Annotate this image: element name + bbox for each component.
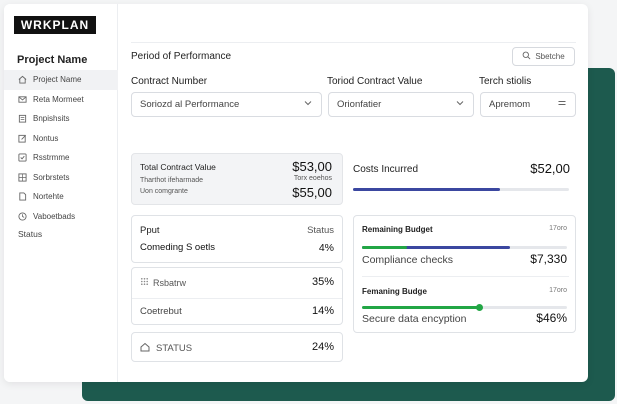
sidebar: WRKPLAN Project Name Project Name Reta M… xyxy=(4,4,118,382)
house-icon xyxy=(140,342,150,355)
sidebar-item-nontus[interactable]: Nontus xyxy=(4,129,118,149)
sidebar-status-link[interactable]: Status xyxy=(18,229,42,239)
sidebar-item-label: Reta Mormeet xyxy=(33,94,84,104)
sidebar-item-vaboetbads[interactable]: Vaboetbads xyxy=(4,207,118,227)
budget-divider xyxy=(362,276,569,277)
secure-data-encryption-value: $46% xyxy=(536,311,567,325)
contract-value-value: Orionfatier xyxy=(337,99,382,110)
costs-incurred-label: Costs Incurred xyxy=(353,164,419,175)
femaning-budge-progress-track xyxy=(362,304,567,311)
edit-icon xyxy=(18,134,27,143)
remaining-budget-title: Remaining Budget xyxy=(362,225,433,234)
page-title: Period of Performance xyxy=(131,51,232,62)
file-icon xyxy=(18,192,27,201)
total-contract-value-card: Total Contract Value Tharthot ifeharmade… xyxy=(131,153,343,205)
femaning-budge-slider-handle[interactable] xyxy=(475,304,483,311)
clipboard-icon xyxy=(18,114,27,123)
sidebar-item-label: Project Name xyxy=(33,75,82,85)
status-card[interactable]: STATUS 24% xyxy=(131,332,343,362)
header-divider xyxy=(131,42,576,43)
sidebar-item-project-name[interactable]: Project Name xyxy=(4,70,118,90)
mail-icon xyxy=(18,95,27,104)
sidebar-item-label: Nontus xyxy=(33,133,59,143)
search-button-label: Sbetche xyxy=(535,52,565,61)
total-contract-value-sub: Torx eoehos xyxy=(293,175,332,182)
third-field-label: Terch stiolis xyxy=(479,76,532,87)
femaning-budge-progress-fill xyxy=(362,306,479,309)
chevron-down-icon xyxy=(303,98,313,111)
compliance-checks-value: $7,330 xyxy=(530,252,567,266)
status-row: STATUS xyxy=(140,342,192,355)
sidebar-item-label: Bnpishsits xyxy=(33,114,70,124)
sidebar-item-nortehte[interactable]: Nortehte xyxy=(4,187,118,207)
costs-progress-track xyxy=(353,188,569,191)
home-icon xyxy=(18,75,27,84)
contract-number-value: Soriozd al Performance xyxy=(140,99,240,110)
third-field-value: Apremom xyxy=(489,99,531,110)
metric-row-2-label: Coetrebut xyxy=(140,306,182,317)
sidebar-item-reta-mormeet[interactable]: Reta Mormeet xyxy=(4,90,118,110)
clock-icon xyxy=(18,212,27,221)
sidebar-item-label: Vaboetbads xyxy=(33,211,76,221)
pput-label: Pput xyxy=(140,225,160,236)
sidebar-item-label: Nortehte xyxy=(33,192,64,202)
metric-row-1[interactable]: Rsbatrw xyxy=(140,277,186,288)
total-contract-value-primary: $53,00 xyxy=(292,159,332,174)
sidebar-item-label: Rsstrmme xyxy=(33,153,70,163)
metric-row-1-label: Rsbatrw xyxy=(153,277,187,288)
secure-data-encryption-label: Secure data encyption xyxy=(362,313,467,325)
grid-dots-icon xyxy=(140,277,149,288)
search-icon xyxy=(522,51,531,62)
remaining-budget-progress-track xyxy=(362,246,567,249)
metrics-card: Rsbatrw 35% Coetrebut 14% xyxy=(131,267,343,325)
contract-value-label: Toriod Contract Value xyxy=(327,76,423,87)
screenshot-stage: WRKPLAN Project Name Project Name Reta M… xyxy=(0,0,617,404)
sidebar-title: Project Name xyxy=(17,54,88,66)
check-square-icon xyxy=(18,153,27,162)
search-button[interactable]: Sbetche xyxy=(512,47,575,66)
main-content: Period of Performance Sbetche Contract N… xyxy=(131,4,581,382)
status-value: 24% xyxy=(311,341,334,353)
menu-icon xyxy=(557,98,567,111)
app-window: WRKPLAN Project Name Project Name Reta M… xyxy=(4,4,588,382)
total-contract-value-secondary: $55,00 xyxy=(292,185,332,200)
chevron-down-icon xyxy=(455,98,465,111)
femaning-budge-note: 17oro xyxy=(549,287,567,294)
metric-row-1-value: 35% xyxy=(311,276,334,288)
contract-number-select[interactable]: Soriozd al Performance xyxy=(131,92,322,117)
contract-number-label: Contract Number xyxy=(131,76,208,87)
sidebar-item-sorbrstets[interactable]: Sorbrstets xyxy=(4,168,118,188)
third-field-select[interactable]: Apremom xyxy=(480,92,576,117)
total-contract-sub-label-2: Uon comgrante xyxy=(140,188,188,195)
femaning-budge-title: Femaning Budge xyxy=(362,287,427,296)
sidebar-item-rsstrmme[interactable]: Rsstrmme xyxy=(4,148,118,168)
total-contract-sub-label-1: Tharthot ifeharmade xyxy=(140,177,204,184)
sidebar-nav: Project Name Reta Mormeet Bnpishsits Non… xyxy=(4,70,118,226)
status-label: STATUS xyxy=(156,343,193,354)
total-contract-value-label: Total Contract Value xyxy=(140,162,216,172)
remaining-budget-note: 17oro xyxy=(549,225,567,232)
remaining-budget-card: Remaining Budget 17oro Compliance checks… xyxy=(353,215,576,333)
sidebar-item-bnpishsits[interactable]: Bnpishsits xyxy=(4,109,118,129)
contract-value-select[interactable]: Orionfatier xyxy=(328,92,474,117)
pput-item: Comeding S oetls xyxy=(140,242,215,253)
sidebar-item-label: Sorbrstets xyxy=(33,172,70,182)
metric-divider xyxy=(132,298,342,299)
grid-icon xyxy=(18,173,27,182)
costs-incurred-card: Costs Incurred $52,00 xyxy=(353,153,576,205)
remaining-budget-progress-green xyxy=(362,246,408,249)
pput-percent: 4% xyxy=(318,242,334,254)
brand-logo[interactable]: WRKPLAN xyxy=(14,16,96,34)
metric-row-2-value: 14% xyxy=(311,305,334,317)
costs-incurred-value: $52,00 xyxy=(530,161,570,176)
pput-card: Pput Status Comeding S oetls 4% xyxy=(131,215,343,263)
costs-progress-fill xyxy=(353,188,500,191)
pput-status-label: Status xyxy=(307,225,334,236)
compliance-checks-label: Compliance checks xyxy=(362,254,454,266)
